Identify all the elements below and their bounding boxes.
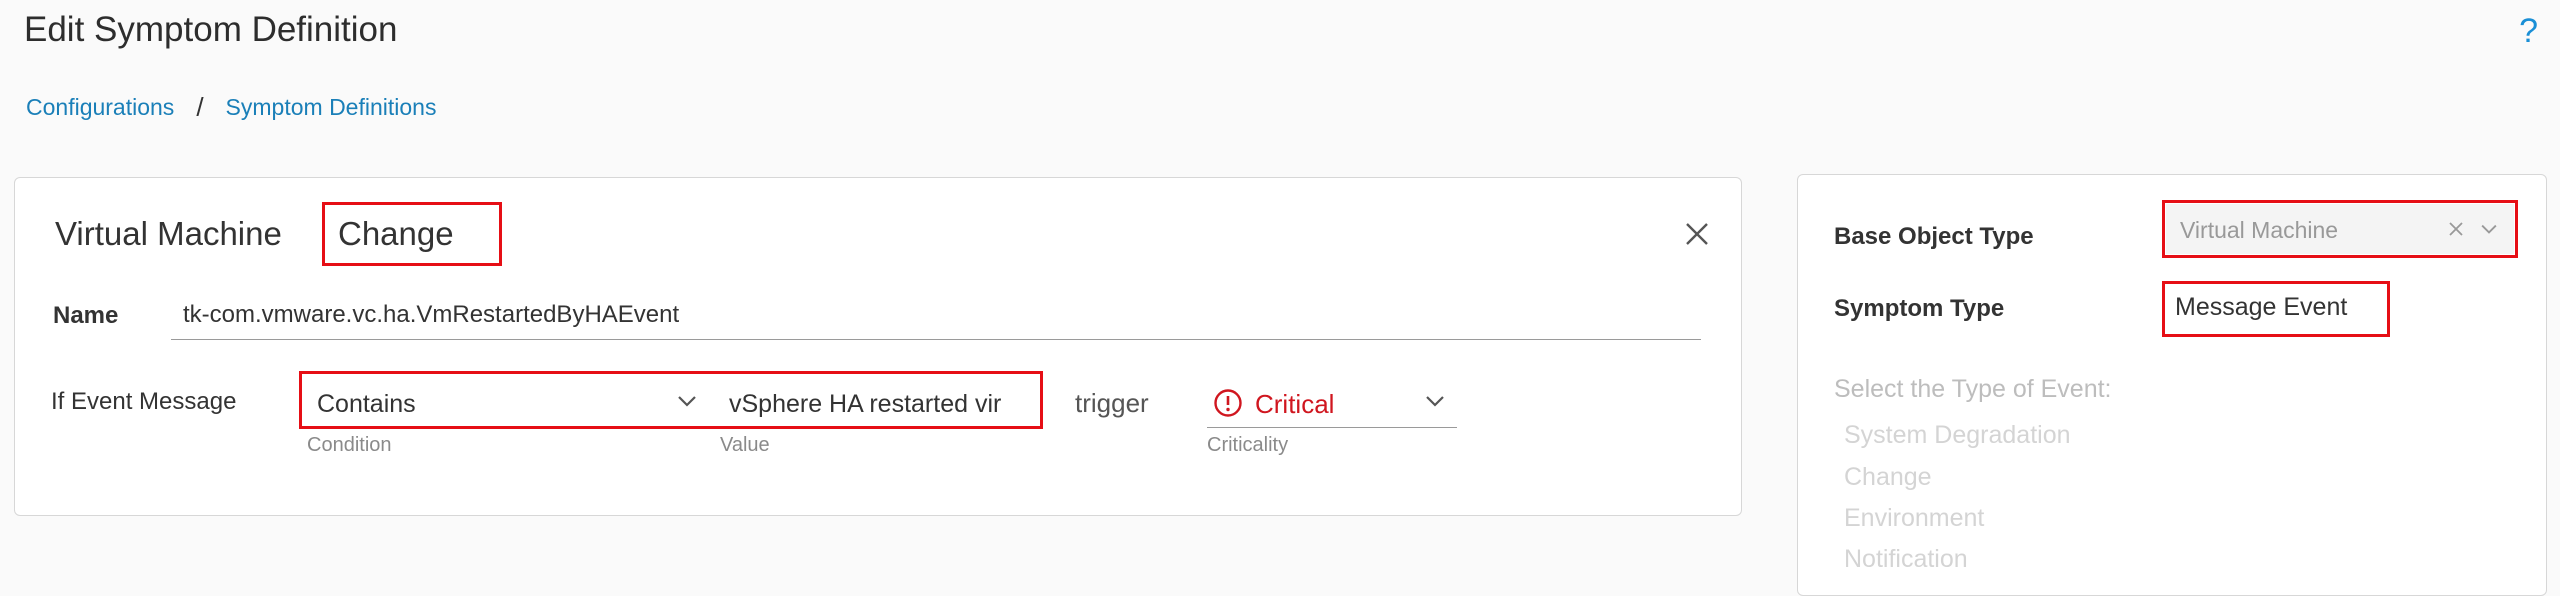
breadcrumb-configurations[interactable]: Configurations (26, 94, 174, 121)
chevron-down-icon (1426, 396, 1444, 407)
trigger-label: trigger (1075, 388, 1149, 418)
object-type-title: Virtual Machine (55, 215, 282, 252)
base-object-type-label: Base Object Type (1834, 223, 2034, 250)
condition-value-highlight (299, 371, 1043, 429)
criticality-select[interactable]: Critical (1207, 378, 1457, 428)
name-label: Name (53, 302, 119, 329)
breadcrumb: Configurations / Symptom Definitions (26, 92, 436, 123)
event-type-option[interactable]: Change (1844, 463, 1932, 492)
change-link[interactable]: Change (338, 215, 454, 253)
base-object-type-select[interactable]: Virtual Machine (2166, 204, 2514, 254)
critical-alert-icon (1214, 389, 1242, 417)
help-icon[interactable]: ? (2519, 12, 2538, 51)
page-title: Edit Symptom Definition (24, 10, 398, 49)
breadcrumb-symptom-definitions[interactable]: Symptom Definitions (226, 94, 437, 121)
chevron-down-icon (2481, 224, 2497, 234)
clear-icon[interactable] (2448, 221, 2464, 237)
criticality-value: Critical (1255, 389, 1335, 419)
condition-helper: Condition (307, 434, 392, 456)
criticality-helper: Criticality (1207, 434, 1289, 456)
event-type-option[interactable]: System Degradation (1844, 421, 2071, 450)
if-event-message-label: If Event Message (51, 388, 237, 415)
base-object-type-value: Virtual Machine (2180, 217, 2339, 243)
select-event-type-label: Select the Type of Event: (1834, 375, 2112, 403)
breadcrumb-separator: / (196, 92, 204, 122)
event-type-option[interactable]: Environment (1844, 504, 1984, 533)
event-type-option[interactable]: Notification (1844, 545, 1968, 574)
symptom-editor-card: Virtual Machine Change Name If Event Mes… (14, 177, 1742, 516)
symptom-type-value: Message Event (2175, 293, 2348, 321)
value-helper: Value (720, 434, 770, 456)
symptom-type-label: Symptom Type (1834, 295, 2005, 322)
symptom-settings-panel: Base Object Type Virtual Machine Symptom… (1797, 174, 2547, 596)
close-icon[interactable] (1683, 220, 1711, 248)
name-input[interactable] (171, 290, 1701, 340)
